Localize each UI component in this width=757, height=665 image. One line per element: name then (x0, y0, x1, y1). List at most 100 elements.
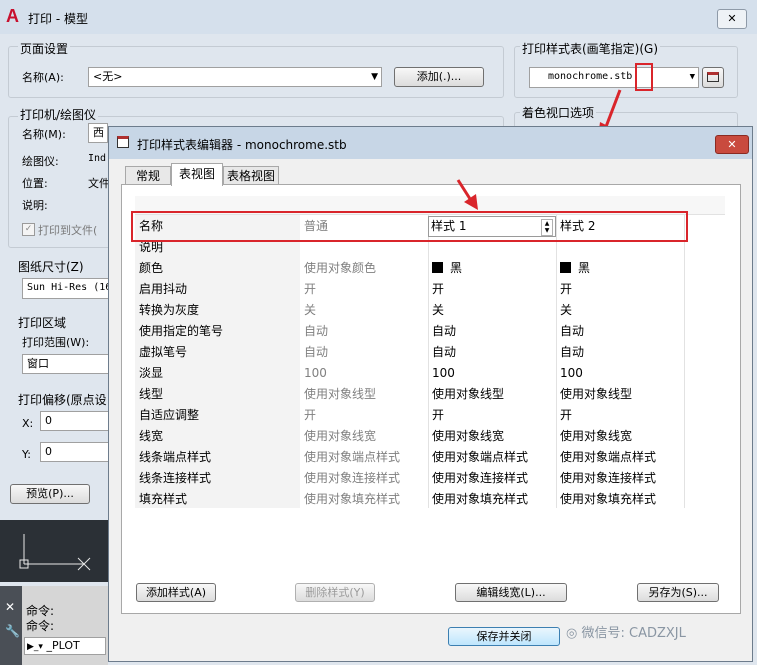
offset-y-input[interactable]: 0 (40, 442, 110, 462)
command-input[interactable]: ▶_▾ _PLOT (24, 637, 106, 655)
color-swatch-icon (432, 262, 443, 273)
row-value-cell[interactable]: 100 (304, 363, 327, 384)
edit-lineweight-button[interactable]: 编辑线宽(L)... (455, 583, 567, 602)
highlight-box-stb (635, 63, 653, 91)
row-value-cell[interactable]: 自动 (304, 321, 328, 342)
row-value-cell[interactable]: 关 (432, 300, 444, 321)
edit-plot-style-button[interactable] (702, 67, 724, 88)
shaded-viewport-label: 着色视口选项 (520, 104, 597, 121)
row-value-cell[interactable]: 开 (432, 279, 444, 300)
row-value-cell[interactable]: 使用对象线型 (560, 384, 632, 405)
drawing-area[interactable] (0, 520, 108, 582)
row-value-cell[interactable]: 100 (560, 363, 583, 384)
row-label: 自适应调整 (139, 408, 200, 422)
row-value-cell[interactable]: 使用对象端点样式 (304, 447, 400, 468)
tab-form-view[interactable]: 表格视图 (223, 166, 279, 185)
row-value-cell[interactable]: 开 (560, 405, 572, 426)
row-label: 线条端点样式 (139, 450, 212, 464)
table-row[interactable]: 线条连接样式 使用对象连接样式 使用对象连接样式 使用对象连接样式 (135, 468, 725, 489)
row-value-cell[interactable]: 使用对象连接样式 (432, 468, 528, 489)
row-value-cell[interactable]: 开 (560, 279, 572, 300)
row-label: 线条连接样式 (139, 471, 212, 485)
table-row[interactable]: 使用指定的笔号 自动 自动 自动 (135, 321, 725, 342)
printer-name-select[interactable]: 西 (88, 123, 108, 143)
print-to-file-checkbox[interactable]: ✓ (22, 223, 35, 236)
table-row[interactable]: 线型 使用对象线型 使用对象线型 使用对象线型 (135, 384, 725, 405)
table-row[interactable]: 自适应调整 开 开 开 (135, 405, 725, 426)
description-label: 说明: (22, 199, 48, 212)
table-row[interactable]: 填充样式 使用对象填充样式 使用对象填充样式 使用对象填充样式 (135, 489, 725, 510)
row-value-cell[interactable]: 使用对象线宽 (304, 426, 376, 447)
row-value-cell[interactable]: 使用对象端点样式 (560, 447, 656, 468)
row-value-cell[interactable]: 使用对象连接样式 (560, 468, 656, 489)
row-value-cell[interactable]: 使用对象线宽 (560, 426, 632, 447)
dialog-close-button[interactable]: ✕ (715, 135, 749, 154)
table-row[interactable]: 虚拟笔号 自动 自动 自动 (135, 342, 725, 363)
table-row[interactable]: 淡显 100 100 100 (135, 363, 725, 384)
row-value-cell[interactable]: 使用对象线型 (432, 384, 504, 405)
table-row[interactable]: 线宽 使用对象线宽 使用对象线宽 使用对象线宽 (135, 426, 725, 447)
plot-style-editor-icon (117, 136, 129, 148)
plot-style-table-label: 打印样式表(画笔指定)(G) (520, 40, 661, 57)
paper-size-label: 图纸尺寸(Z) (18, 260, 84, 274)
row-value-cell[interactable]: 使用对象线型 (304, 384, 376, 405)
row-value-cell[interactable]: 关 (560, 300, 572, 321)
wechat-icon: ◎ (566, 626, 578, 641)
window-titlebar: A 打印 - 模型 ✕ (0, 0, 757, 34)
row-value-cell[interactable]: 开 (304, 405, 316, 426)
command-side-bar: ✕ 🔧 (0, 586, 22, 665)
offset-x-input[interactable]: 0 (40, 411, 110, 431)
row-label: 使用指定的笔号 (139, 324, 224, 338)
row-value-cell[interactable]: 自动 (560, 321, 584, 342)
row-value-cell[interactable]: 使用对象端点样式 (432, 447, 528, 468)
color-swatch-icon (560, 262, 571, 273)
save-and-close-button[interactable]: 保存并关闭 (448, 627, 560, 646)
window-title: 打印 - 模型 (28, 12, 88, 26)
add-style-button[interactable]: 添加样式(A) (136, 583, 216, 602)
tab-table-view[interactable]: 表视图 (171, 163, 223, 186)
location-value: 文件 (88, 177, 110, 190)
table-row[interactable]: 转换为灰度 关 关 关 (135, 300, 725, 321)
row-value-cell[interactable]: 开 (304, 279, 316, 300)
row-value-cell[interactable]: 黑 (560, 258, 590, 279)
row-value-cell[interactable]: 黑 (432, 258, 462, 279)
close-icon[interactable]: ✕ (5, 600, 15, 614)
row-value-cell[interactable]: 使用对象填充样式 (432, 489, 528, 510)
row-value-cell[interactable]: 自动 (304, 342, 328, 363)
page-setup-name-select[interactable]: <无> ▼ (88, 67, 382, 87)
row-value-cell[interactable]: 使用对象线宽 (432, 426, 504, 447)
location-label: 位置: (22, 177, 48, 190)
table-row[interactable]: 启用抖动 开 开 开 (135, 279, 725, 300)
row-label: 淡显 (139, 366, 164, 380)
row-value-cell[interactable]: 关 (304, 300, 316, 321)
window-close-button[interactable]: ✕ (717, 9, 747, 29)
color-value: 黑 (578, 261, 591, 275)
row-value-cell[interactable]: 100 (432, 363, 455, 384)
wrench-icon[interactable]: 🔧 (5, 624, 20, 638)
dialog-title: 打印样式表编辑器 - monochrome.stb (137, 138, 347, 152)
add-page-setup-button[interactable]: 添加(.)... (394, 67, 484, 87)
row-value-cell[interactable]: 自动 (432, 321, 456, 342)
table-row[interactable]: 线条端点样式 使用对象端点样式 使用对象端点样式 使用对象端点样式 (135, 447, 725, 468)
printer-group-label: 打印机/绘图仪 (18, 106, 99, 123)
plot-offset-label: 打印偏移(原点设 (18, 393, 107, 407)
row-value-cell[interactable]: 开 (432, 405, 444, 426)
row-value-cell[interactable]: 使用对象连接样式 (304, 468, 400, 489)
row-value-cell[interactable]: 自动 (432, 342, 456, 363)
tab-general[interactable]: 常规 (125, 166, 171, 185)
preview-button[interactable]: 预览(P)... (10, 484, 90, 504)
command-prompt-icon: ▶_▾ (27, 642, 43, 652)
row-value-cell[interactable]: 使用对象填充样式 (304, 489, 400, 510)
delete-style-button[interactable]: 删除样式(Y) (295, 583, 375, 602)
plot-style-table-select[interactable]: monochrome.stb ▼ (529, 67, 699, 88)
save-as-button[interactable]: 另存为(S)... (637, 583, 719, 602)
paper-size-select[interactable]: Sun Hi-Res (16 (22, 278, 110, 299)
row-label: 填充样式 (139, 492, 188, 506)
row-value-cell[interactable]: 使用对象颜色 (304, 258, 376, 279)
table-row[interactable]: 颜色 使用对象颜色 黑 黑 (135, 258, 725, 279)
plot-range-select[interactable]: 窗口 (22, 354, 110, 374)
watermark: ◎ 微信号: CADZXJL (566, 626, 686, 641)
row-value-cell[interactable]: 使用对象填充样式 (560, 489, 656, 510)
row-value-cell[interactable]: 自动 (560, 342, 584, 363)
page-setup-label: 页面设置 (18, 40, 71, 57)
